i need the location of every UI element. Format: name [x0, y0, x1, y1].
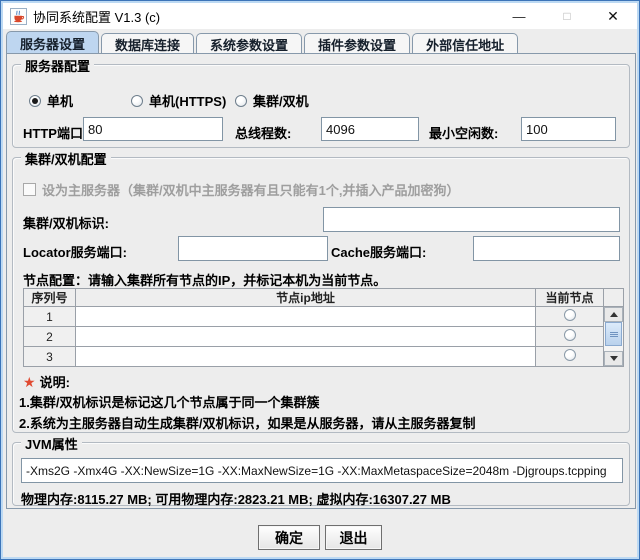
radio-selected-icon — [29, 94, 41, 107]
server-config-group: 服务器配置 单机 单机(HTTPS) 集群/双机 HTTP端口: 总线程数: 最… — [12, 56, 630, 148]
radio-standalone-https[interactable]: 单机(HTTPS) — [131, 91, 226, 110]
node-table-header-row: 序列号 节点ip地址 当前节点 — [23, 288, 624, 307]
close-icon: ✕ — [607, 7, 619, 24]
locator-port-label: Locator服务端口: — [23, 245, 128, 260]
http-port-label: HTTP端口: — [23, 126, 88, 141]
cluster-id-input[interactable] — [323, 207, 620, 232]
scroll-down-button[interactable] — [604, 351, 623, 366]
java-coffee-icon — [10, 7, 27, 25]
app-window: 协同系统配置 V1.3 (c) — □ ✕ 服务器设置 数据库连接 系统参数设置… — [0, 0, 640, 560]
title-bar: 协同系统配置 V1.3 (c) — □ ✕ — [3, 3, 637, 29]
server-config-group-title: 服务器配置 — [21, 56, 95, 75]
row-seq: 3 — [23, 346, 76, 367]
tab-bar: 服务器设置 数据库连接 系统参数设置 插件参数设置 外部信任地址 — [6, 31, 520, 54]
note-line-1: 1.集群/双机标识是标记这几个节点属于同一个集群簇 — [19, 395, 320, 410]
table-row: 2 — [23, 326, 624, 347]
tab-content-panel: 服务器配置 单机 单机(HTTPS) 集群/双机 HTTP端口: 总线程数: 最… — [6, 53, 636, 509]
checkbox-unchecked-icon — [23, 183, 36, 196]
radio-unselected-icon — [235, 94, 247, 107]
memory-info: 物理内存:8115.27 MB; 可用物理内存:2823.21 MB; 虚拟内存… — [21, 492, 451, 507]
current-node-radio-icon — [563, 329, 576, 341]
close-button[interactable]: ✕ — [597, 3, 629, 29]
table-scrollbar-cell — [603, 306, 624, 367]
thread-count-label: 总线程数: — [235, 126, 292, 141]
tab-plugin-params[interactable]: 插件参数设置 — [304, 33, 411, 54]
maximize-button[interactable]: □ — [551, 3, 583, 29]
http-port-input[interactable] — [83, 117, 223, 141]
scrollbar-thumb[interactable] — [605, 322, 622, 346]
table-row: 3 — [23, 346, 624, 367]
scroll-up-button[interactable] — [604, 307, 623, 322]
node-ip-cell[interactable] — [75, 326, 536, 347]
ip-column-header: 节点ip地址 — [75, 288, 536, 307]
tab-database-connection[interactable]: 数据库连接 — [101, 33, 195, 54]
ok-button[interactable]: 确定 — [258, 525, 320, 550]
radio-https-label: 单机(HTTPS) — [149, 94, 227, 109]
current-node-column-header: 当前节点 — [535, 288, 604, 307]
cache-port-label: Cache服务端口: — [331, 245, 427, 260]
current-node-cell[interactable] — [535, 306, 604, 327]
current-node-cell[interactable] — [535, 346, 604, 367]
master-server-checkbox-label: 设为主服务器（集群/双机中主服务器有且只能有1个,并插入产品加密狗） — [42, 183, 460, 198]
radio-standalone[interactable]: 单机 — [29, 91, 73, 110]
current-node-radio-icon — [563, 349, 576, 361]
locator-port-input[interactable] — [178, 236, 328, 261]
table-scrollbar[interactable] — [604, 307, 623, 366]
node-ip-cell[interactable] — [75, 306, 536, 327]
radio-cluster-label: 集群/双机 — [253, 94, 309, 109]
node-ip-cell[interactable] — [75, 346, 536, 367]
jvm-args-input[interactable] — [21, 458, 623, 483]
seq-column-header: 序列号 — [23, 288, 76, 307]
thread-count-input[interactable] — [321, 117, 419, 141]
star-icon: ★ — [23, 374, 36, 390]
table-row: 1 — [23, 306, 624, 367]
minimize-icon: — — [512, 8, 526, 24]
radio-unselected-icon — [131, 94, 143, 107]
scrollbar-header-cell — [603, 288, 624, 307]
notes-title-row: ★ 说明: — [23, 372, 70, 391]
min-idle-label: 最小空闲数: — [429, 126, 499, 141]
master-server-checkbox[interactable]: 设为主服务器（集群/双机中主服务器有且只能有1个,并插入产品加密狗） — [23, 180, 459, 199]
tab-external-trust[interactable]: 外部信任地址 — [412, 33, 519, 54]
jvm-group: JVM属性 物理内存:8115.27 MB; 可用物理内存:2823.21 MB… — [12, 434, 630, 507]
node-table: 序列号 节点ip地址 当前节点 1 2 3 — [23, 288, 624, 367]
radio-cluster[interactable]: 集群/双机 — [235, 91, 309, 110]
minimize-button[interactable]: — — [503, 3, 535, 29]
radio-standalone-label: 单机 — [47, 94, 74, 109]
notes-title: 说明: — [39, 375, 70, 390]
cluster-config-group: 集群/双机配置 设为主服务器（集群/双机中主服务器有且只能有1个,并插入产品加密… — [12, 149, 630, 433]
scroll-down-icon — [609, 356, 618, 361]
cache-port-input[interactable] — [473, 236, 620, 261]
exit-button[interactable]: 退出 — [325, 525, 382, 550]
note-line-2: 2.系统为主服务器自动生成集群/双机标识，如果是从服务器，请从主服务器复制 — [19, 416, 476, 431]
row-seq: 2 — [23, 326, 76, 347]
row-seq: 1 — [23, 306, 76, 327]
node-config-hint: 节点配置：请输入集群所有节点的IP，并标记本机为当前节点。 — [23, 273, 387, 288]
tab-server-settings[interactable]: 服务器设置 — [6, 31, 100, 54]
jvm-group-title: JVM属性 — [21, 434, 82, 453]
cluster-config-group-title: 集群/双机配置 — [21, 149, 111, 168]
current-node-radio-icon — [563, 309, 576, 321]
min-idle-input[interactable] — [521, 117, 616, 141]
window-title: 协同系统配置 V1.3 (c) — [33, 9, 161, 25]
current-node-cell[interactable] — [535, 326, 604, 347]
cluster-id-label: 集群/双机标识: — [23, 216, 109, 231]
tab-system-params[interactable]: 系统参数设置 — [196, 33, 303, 54]
maximize-icon: □ — [563, 9, 571, 23]
scroll-up-icon — [609, 312, 618, 317]
